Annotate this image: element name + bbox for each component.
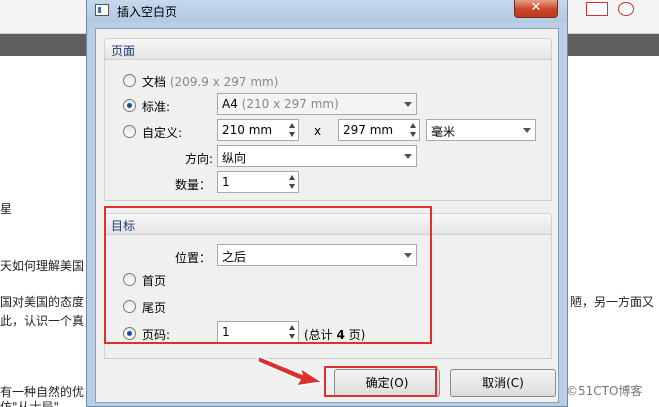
annotation-arrow-icon xyxy=(257,354,325,388)
standard-size-label: 标准: xyxy=(142,100,171,114)
standard-size-value: A4 (210 x 297 mm) xyxy=(222,97,339,111)
dialog-title: 插入空白页 xyxy=(117,5,178,19)
stepper-down-icon[interactable] xyxy=(410,132,416,137)
standard-size-dropdown[interactable]: A4 (210 x 297 mm) xyxy=(217,93,417,115)
standard-size-radio[interactable] xyxy=(123,99,136,112)
page-group-body: 文档 (209.9 x 297 mm) 标准: A4 (210 x 297 mm… xyxy=(104,60,552,201)
toolbar-box-icon[interactable] xyxy=(586,2,608,16)
stepper-down-icon[interactable] xyxy=(289,184,295,189)
height-stepper[interactable]: 297 mm xyxy=(338,119,420,141)
stepper-up-icon[interactable] xyxy=(410,123,416,128)
unit-dropdown[interactable]: 毫米 xyxy=(426,119,536,141)
height-value: 297 mm xyxy=(343,123,394,137)
document-size-label: 文档 (209.9 x 297 mm) xyxy=(142,73,278,90)
annotation-ok-box xyxy=(324,366,437,397)
page-group-title: 页面 xyxy=(111,44,136,58)
document-label-text: 文档 xyxy=(142,75,167,89)
document-size-radio[interactable] xyxy=(123,74,136,87)
width-value: 210 mm xyxy=(222,123,273,137)
insert-blank-page-dialog: 插入空白页 ✕ 页面 文档 (209.9 x 297 mm) 标准: A4 (2… xyxy=(86,0,568,407)
bg-text-line: 仿"从士局" xyxy=(0,400,60,407)
chevron-down-icon xyxy=(404,102,412,107)
watermark: ©51CTO博客 xyxy=(566,384,643,398)
bg-text-line: 天如何理解美国 xyxy=(0,259,85,273)
toolbar-stamp-icon[interactable] xyxy=(618,2,634,16)
count-stepper[interactable]: 1 xyxy=(217,171,299,193)
annotation-target-box xyxy=(104,206,432,344)
orientation-dropdown[interactable]: 纵向 xyxy=(217,145,417,167)
dialog-app-icon xyxy=(95,4,109,16)
stepper-up-icon[interactable] xyxy=(289,175,295,180)
bg-text-line: 陋，另一方面又 xyxy=(570,295,655,309)
chevron-down-icon xyxy=(523,128,531,133)
close-button[interactable]: ✕ xyxy=(514,0,558,18)
count-label: 数量： xyxy=(175,178,212,192)
bg-text-line: 此，认识一个真 xyxy=(0,314,85,328)
page-group-header: 页面 xyxy=(104,38,552,60)
dialog-titlebar[interactable]: 插入空白页 ✕ xyxy=(87,0,567,22)
chevron-down-icon xyxy=(404,154,412,159)
bg-text-line: 国对美国的态度 xyxy=(0,295,85,309)
times-sign: x xyxy=(314,124,322,138)
width-stepper[interactable]: 210 mm xyxy=(217,119,299,141)
unit-value: 毫米 xyxy=(431,125,456,139)
stepper-up-icon[interactable] xyxy=(289,123,295,128)
standard-size-text: (210 x 297 mm) xyxy=(241,97,339,111)
cancel-button[interactable]: 取消(C) xyxy=(450,369,556,397)
standard-value-text: A4 xyxy=(222,97,238,111)
bg-text-line: 星 xyxy=(0,202,13,216)
custom-size-label: 自定义: xyxy=(142,126,183,140)
orientation-value: 纵向 xyxy=(222,151,247,165)
orientation-label: 方向: xyxy=(185,152,214,166)
document-size-text: (209.9 x 297 mm) xyxy=(169,75,279,89)
custom-size-radio[interactable] xyxy=(123,125,136,138)
count-value: 1 xyxy=(222,175,230,189)
stepper-down-icon[interactable] xyxy=(289,132,295,137)
